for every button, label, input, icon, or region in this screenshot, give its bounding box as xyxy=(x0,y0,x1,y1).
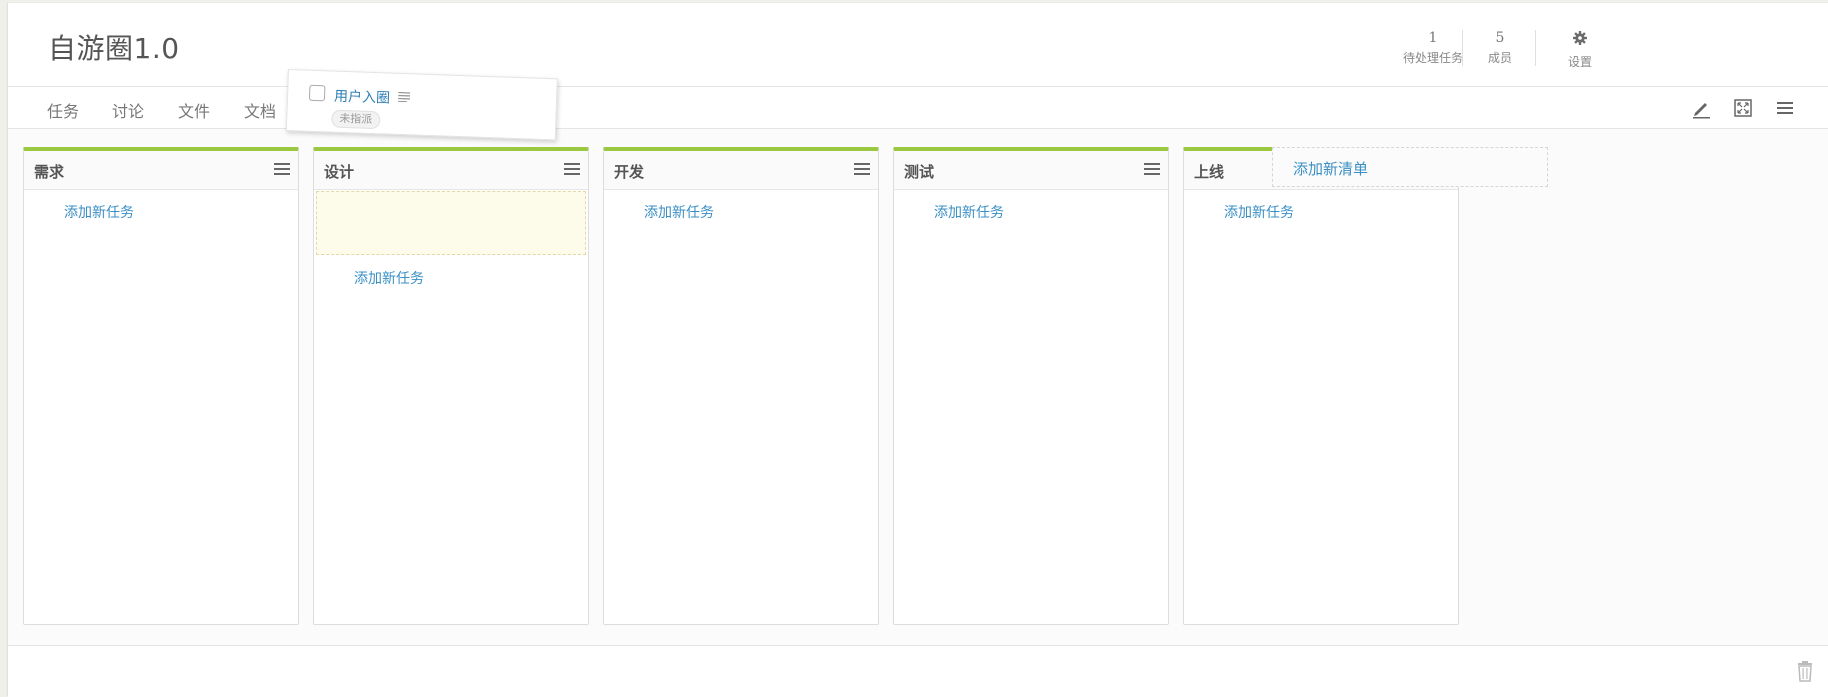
add-task-link[interactable]: 添加新任务 xyxy=(934,202,1004,222)
tab-discussion[interactable]: 讨论 xyxy=(112,98,144,122)
column-release: 上线 添加新任务 xyxy=(1183,147,1459,625)
stat-divider xyxy=(1535,30,1536,66)
drop-placeholder xyxy=(316,191,586,255)
members-label: 成员 xyxy=(1487,51,1512,65)
task-card-dragging[interactable]: 用户入圈 未指派 xyxy=(285,69,558,141)
column-title: 开发 xyxy=(614,163,645,181)
column-header: 测试 xyxy=(894,151,1168,190)
edit-icon[interactable] xyxy=(1690,97,1712,119)
column-header: 设计 xyxy=(314,151,588,190)
column-development: 开发 添加新任务 xyxy=(603,147,879,625)
project-header: 自游圈1.0 1 待处理任务 5 成员 设置 xyxy=(8,3,1828,87)
trash-icon[interactable] xyxy=(1795,660,1815,682)
gear-icon xyxy=(1572,30,1588,46)
project-nav: 任务 讨论 文件 文档 日程 xyxy=(8,87,1828,129)
tab-tasks[interactable]: 任务 xyxy=(47,98,79,122)
app-window: 自游圈1.0 1 待处理任务 5 成员 设置 任务 讨论 文件 文档 需求 添加… xyxy=(7,3,1828,697)
members-count: 5 xyxy=(1495,30,1505,46)
members-stat[interactable]: 5 成员 xyxy=(1475,30,1525,65)
add-list-label: 添加新清单 xyxy=(1293,160,1369,178)
add-task-link[interactable]: 添加新任务 xyxy=(64,202,134,222)
task-title[interactable]: 用户入圈 xyxy=(334,86,391,108)
column-title: 设计 xyxy=(324,163,355,181)
column-menu-icon[interactable] xyxy=(1144,163,1160,177)
add-task-link[interactable]: 添加新任务 xyxy=(644,202,714,222)
column-title: 需求 xyxy=(34,163,65,181)
stat-divider xyxy=(1462,30,1463,66)
tab-files[interactable]: 文件 xyxy=(178,98,210,122)
fullscreen-icon[interactable] xyxy=(1732,97,1754,119)
note-icon xyxy=(397,91,411,103)
column-title: 测试 xyxy=(904,163,935,181)
tab-docs[interactable]: 文档 xyxy=(244,98,276,122)
task-checkbox[interactable] xyxy=(308,84,326,102)
column-header: 开发 xyxy=(604,151,878,190)
add-list-button[interactable]: 添加新清单 xyxy=(1272,147,1548,187)
column-header: 需求 xyxy=(24,151,298,190)
column-title: 上线 xyxy=(1194,163,1225,181)
pending-tasks-label: 待处理任务 xyxy=(1403,51,1464,65)
board-footer xyxy=(8,645,1828,697)
settings-label: 设置 xyxy=(1567,55,1592,69)
settings-button[interactable]: 设置 xyxy=(1560,30,1600,69)
add-task-link[interactable]: 添加新任务 xyxy=(1224,202,1294,222)
project-title: 自游圈1.0 xyxy=(48,32,180,65)
column-design: 设计 添加新任务 xyxy=(313,147,589,625)
column-menu-icon[interactable] xyxy=(854,163,870,177)
column-testing: 测试 添加新任务 xyxy=(893,147,1169,625)
column-menu-icon[interactable] xyxy=(564,163,580,177)
column-menu-icon[interactable] xyxy=(274,163,290,177)
add-task-link[interactable]: 添加新任务 xyxy=(354,268,424,288)
pending-tasks-count: 1 xyxy=(1428,30,1438,46)
assignee-badge: 未指派 xyxy=(330,109,381,130)
column-requirements: 需求 添加新任务 xyxy=(23,147,299,625)
pending-tasks-stat[interactable]: 1 待处理任务 xyxy=(1403,30,1463,65)
kanban-board: 需求 添加新任务 设计 添加新任务 开发 添加新任务 测试 添加新任务 上线 添… xyxy=(8,129,1828,644)
menu-icon[interactable] xyxy=(1774,97,1796,119)
